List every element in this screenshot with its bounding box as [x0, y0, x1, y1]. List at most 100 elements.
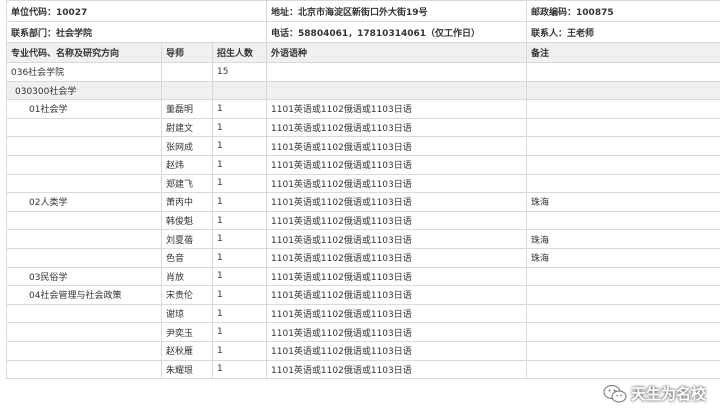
cell-advisor: 赵秋雁 — [161, 340, 213, 361]
cell-advisor: 刘夏蓓 — [161, 229, 213, 249]
column-header-major: 专业代码、名称及研究方向 — [6, 42, 162, 63]
cell-count: 1 — [211, 247, 268, 268]
contact-department: 联系部门：社会学院 — [5, 21, 268, 43]
cell-count — [211, 80, 268, 101]
table-row: 03民俗学 肖放 1 1101英语或1102俄语或1103日语 — [6, 266, 720, 287]
table-row: 色音 1 1101英语或1102俄语或1103日语 珠海 — [6, 247, 720, 268]
table-row: 赵炜 1 1101英语或1102俄语或1103日语 — [6, 154, 720, 175]
contact-person: 联系人：王老师 — [526, 21, 720, 43]
cell-note — [526, 117, 720, 138]
cell-note: 珠海 — [526, 247, 720, 268]
cell-count: 1 — [211, 322, 268, 342]
cell-advisor: 董磊明 — [161, 99, 213, 119]
admissions-table: 单位代码：10027 地址：北京市海淀区新街口外大街19号 邮政编码：10087… — [5, 0, 720, 380]
cell-language: 1101英语或1102俄语或1103日语 — [266, 247, 528, 268]
cell-language: 1101英语或1102俄语或1103日语 — [266, 359, 528, 380]
cell-language: 1101英语或1102俄语或1103日语 — [266, 322, 528, 342]
table-row: 02人类学 萧丙中 1 1101英语或1102俄语或1103日语 珠海 — [6, 192, 720, 212]
cell-advisor — [161, 62, 213, 82]
watermark-text: 天生为名校 — [630, 385, 706, 403]
cell-major — [6, 322, 162, 342]
table-row: 01社会学 董磊明 1 1101英语或1102俄语或1103日语 — [6, 99, 720, 119]
cell-count: 1 — [211, 210, 268, 231]
cell-major — [6, 359, 162, 380]
cell-major — [6, 229, 162, 249]
cell-major: 01社会学 — [6, 99, 162, 119]
cell-language: 1101英语或1102俄语或1103日语 — [266, 210, 528, 231]
info-row-1: 单位代码：10027 地址：北京市海淀区新街口外大街19号 邮政编码：10087… — [5, 0, 720, 22]
cell-note — [526, 136, 720, 156]
cell-language — [266, 80, 528, 101]
cell-count: 1 — [211, 173, 268, 194]
cell-language: 1101英语或1102俄语或1103日语 — [266, 303, 528, 324]
cell-major: 036社会学院 — [6, 62, 162, 82]
cell-major: 030300社会学 — [6, 80, 162, 101]
cell-language: 1101英语或1102俄语或1103日语 — [266, 340, 528, 361]
column-header-row: 专业代码、名称及研究方向 导师 招生人数 外语语种 备注 — [6, 42, 720, 63]
cell-language: 1101英语或1102俄语或1103日语 — [266, 117, 528, 138]
cell-language: 1101英语或1102俄语或1103日语 — [266, 285, 528, 305]
cell-note — [526, 266, 720, 287]
cell-note: 珠海 — [526, 229, 720, 249]
cell-count: 1 — [211, 99, 268, 119]
cell-language: 1101英语或1102俄语或1103日语 — [266, 99, 528, 119]
cell-language: 1101英语或1102俄语或1103日语 — [266, 229, 528, 249]
cell-note — [526, 322, 720, 342]
cell-note — [526, 173, 720, 194]
cell-advisor: 赵炜 — [161, 154, 213, 175]
cell-note — [526, 359, 720, 380]
table-row: 谢琼 1 1101英语或1102俄语或1103日语 — [6, 303, 720, 324]
cell-advisor: 尉建文 — [161, 117, 213, 138]
cell-advisor: 宋贵伦 — [161, 285, 213, 305]
unit-code: 单位代码：10027 — [5, 0, 268, 22]
cell-advisor: 郑建飞 — [161, 173, 213, 194]
cell-count: 1 — [211, 340, 268, 361]
cell-count: 1 — [211, 192, 268, 212]
address: 地址：北京市海淀区新街口外大街19号 — [266, 0, 528, 22]
cell-language: 1101英语或1102俄语或1103日语 — [266, 154, 528, 175]
info-row-2: 联系部门：社会学院 电话：58804061，17810314061（仅工作日） … — [5, 21, 720, 43]
cell-advisor — [161, 80, 213, 101]
cell-language — [266, 62, 528, 82]
cell-count: 1 — [211, 154, 268, 175]
cell-note — [526, 99, 720, 119]
cell-language: 1101英语或1102俄语或1103日语 — [266, 192, 528, 212]
cell-note — [526, 303, 720, 324]
cell-major — [6, 247, 162, 268]
cell-note — [526, 80, 720, 101]
cell-count: 1 — [211, 266, 268, 287]
cell-advisor: 萧丙中 — [161, 192, 213, 212]
wechat-icon — [603, 384, 627, 402]
watermark: 天生为名校 — [603, 383, 706, 404]
cell-count: 1 — [211, 229, 268, 249]
table-row: 尹奕玉 1 1101英语或1102俄语或1103日语 — [6, 322, 720, 342]
table-row: 赵秋雁 1 1101英语或1102俄语或1103日语 — [6, 340, 720, 361]
table-row: 刘夏蓓 1 1101英语或1102俄语或1103日语 珠海 — [6, 229, 720, 249]
cell-count: 1 — [211, 117, 268, 138]
cell-major — [6, 136, 162, 156]
cell-language: 1101英语或1102俄语或1103日语 — [266, 173, 528, 194]
cell-note — [526, 340, 720, 361]
postal-code: 邮政编码：100875 — [526, 0, 720, 22]
cell-major: 02人类学 — [6, 192, 162, 212]
cell-count: 1 — [211, 359, 268, 380]
cell-note — [526, 285, 720, 305]
table-row: 030300社会学 — [6, 80, 720, 101]
cell-count: 15 — [211, 62, 268, 82]
cell-count: 1 — [211, 285, 268, 305]
table-row: 朱耀垠 1 1101英语或1102俄语或1103日语 — [6, 359, 720, 380]
cell-advisor: 尹奕玉 — [161, 322, 213, 342]
table-row: 04社会管理与社会政策 宋贵伦 1 1101英语或1102俄语或1103日语 — [6, 285, 720, 305]
cell-major — [6, 340, 162, 361]
cell-note — [526, 154, 720, 175]
cell-count: 1 — [211, 303, 268, 324]
cell-major — [6, 210, 162, 231]
cell-count: 1 — [211, 136, 268, 156]
cell-advisor: 韩俊魁 — [161, 210, 213, 231]
cell-major — [6, 117, 162, 138]
column-header-note: 备注 — [526, 42, 720, 63]
cell-advisor: 肖放 — [161, 266, 213, 287]
column-header-language: 外语语种 — [266, 42, 528, 63]
column-header-count: 招生人数 — [211, 42, 268, 63]
cell-note: 珠海 — [526, 192, 720, 212]
